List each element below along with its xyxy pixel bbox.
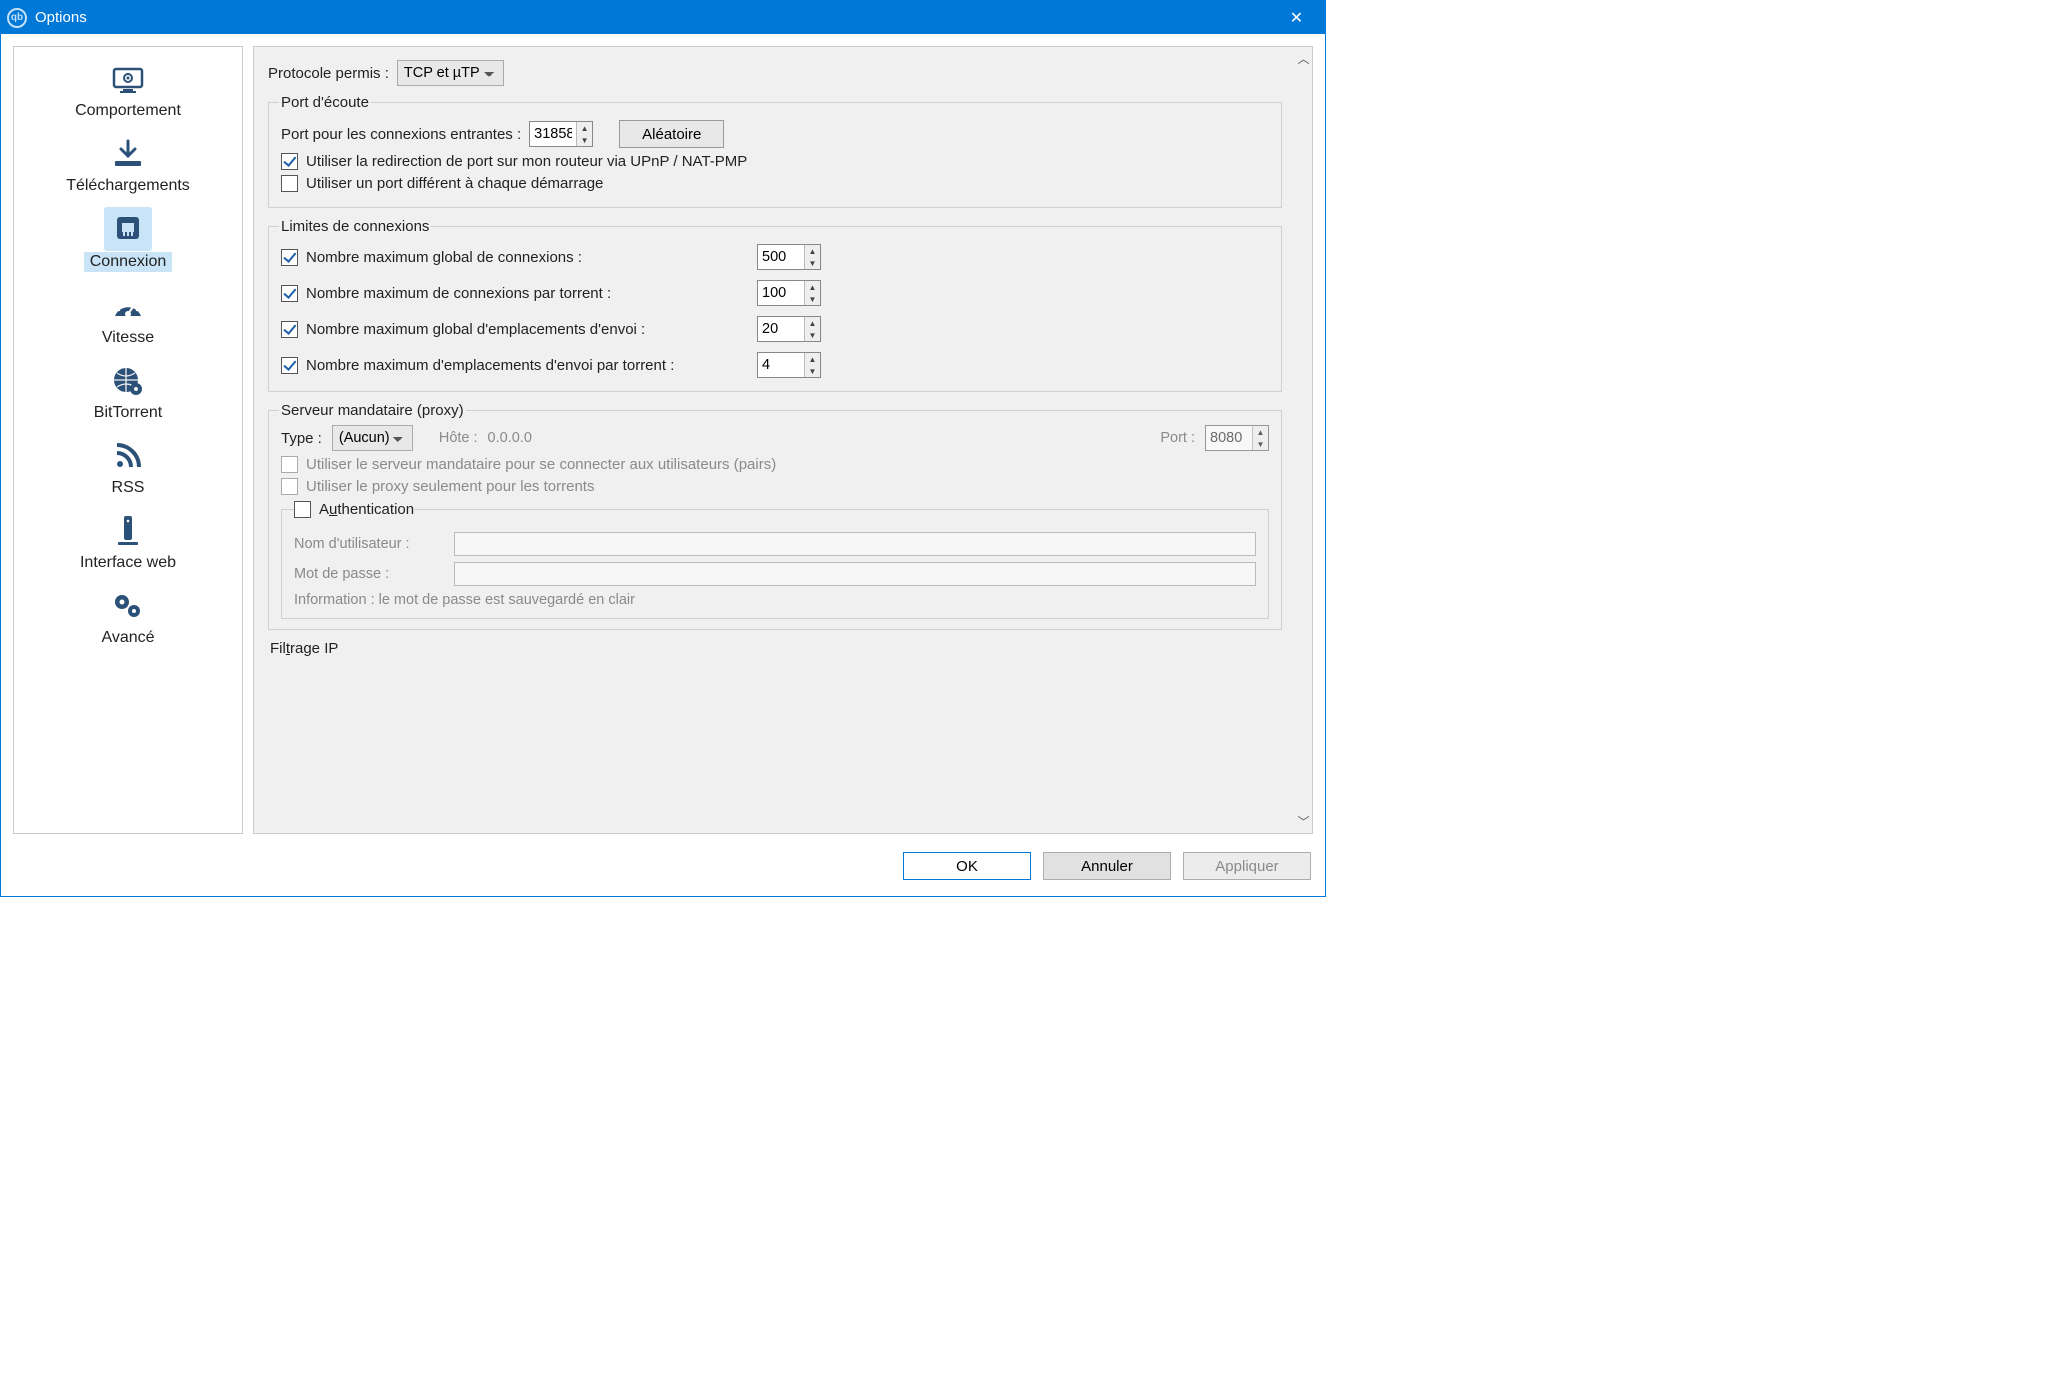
rss-icon	[104, 434, 152, 478]
checkbox-icon	[281, 357, 298, 374]
protocol-select[interactable]: TCP et µTP	[397, 60, 504, 86]
cancel-button[interactable]: Annuler	[1043, 852, 1171, 880]
conn-limits-legend: Limites de connexions	[279, 218, 431, 235]
ip-filter-section-title: Filtrage IP	[270, 640, 1282, 657]
proxy-type-label: Type :	[281, 430, 322, 447]
sidebar-item-label: RSS	[112, 479, 145, 497]
scroll-up-icon[interactable]: ︿	[1297, 50, 1309, 67]
titlebar: qb Options ✕	[1, 1, 1325, 34]
sidebar-item-label: Téléchargements	[66, 177, 190, 195]
proxy-peer-conn-label: Utiliser le serveur mandataire pour se c…	[306, 456, 776, 473]
incoming-port-input[interactable]	[530, 122, 576, 146]
proxy-pass-input	[454, 562, 1256, 586]
main-panel: Protocole permis : TCP et µTP Port d'éco…	[253, 46, 1313, 834]
proxy-port-spin: ▲▼	[1205, 425, 1269, 451]
different-port-label: Utiliser un port différent à chaque déma…	[306, 175, 603, 192]
sidebar-item-label: Comportement	[75, 102, 181, 120]
checkbox-icon	[281, 478, 298, 495]
spin-up-icon[interactable]: ▲	[577, 122, 592, 134]
app-icon: qb	[7, 8, 27, 28]
sidebar-item-label: BitTorrent	[94, 404, 162, 422]
ok-button[interactable]: OK	[903, 852, 1031, 880]
max-conn-per-torrent-checkbox[interactable]: Nombre maximum de connexions par torrent…	[281, 285, 611, 302]
max-upload-slots-spin[interactable]: ▲▼	[757, 316, 821, 342]
sidebar-item-comportement[interactable]: Comportement	[14, 51, 242, 126]
proxy-type-select[interactable]: (Aucun)	[332, 425, 413, 451]
sidebar-item-label: Interface web	[80, 554, 176, 572]
checkbox-icon	[281, 285, 298, 302]
proxy-torrents-only-checkbox: Utiliser le proxy seulement pour les tor…	[281, 478, 1269, 495]
sidebar-item-connexion[interactable]: Connexion	[14, 201, 242, 278]
proxy-legend: Serveur mandataire (proxy)	[279, 402, 466, 419]
different-port-checkbox[interactable]: Utiliser un port différent à chaque déma…	[281, 175, 1269, 192]
dialog-footer: OK Annuler Appliquer	[1, 846, 1325, 896]
max-global-conn-label: Nombre maximum global de connexions :	[306, 249, 582, 266]
proxy-user-label: Nom d'utilisateur :	[294, 536, 444, 552]
sidebar-item-avance[interactable]: Avancé	[14, 578, 242, 653]
checkbox-icon	[294, 501, 311, 518]
proxy-port-label: Port :	[1160, 430, 1195, 446]
max-global-conn-spin[interactable]: ▲▼	[757, 244, 821, 270]
sidebar-item-label: Connexion	[84, 252, 173, 272]
checkbox-icon	[281, 456, 298, 473]
server-icon	[104, 509, 152, 553]
proxy-auth-group: Authentication Nom d'utilisateur : Mot d…	[281, 501, 1269, 619]
proxy-peer-conn-checkbox: Utiliser le serveur mandataire pour se c…	[281, 456, 1269, 473]
sidebar-item-telechargements[interactable]: Téléchargements	[14, 126, 242, 201]
listen-port-legend: Port d'écoute	[279, 94, 371, 111]
listen-port-group: Port d'écoute Port pour les connexions e…	[268, 94, 1282, 208]
checkbox-icon	[281, 175, 298, 192]
incoming-port-spin[interactable]: ▲▼	[529, 121, 593, 147]
upnp-label: Utiliser la redirection de port sur mon …	[306, 153, 747, 170]
checkbox-icon	[281, 321, 298, 338]
sidebar-item-interface-web[interactable]: Interface web	[14, 503, 242, 578]
scroll-down-icon[interactable]: ﹀	[1297, 813, 1309, 830]
proxy-host-label: Hôte :	[439, 430, 478, 446]
proxy-auth-checkbox[interactable]: Authentication	[294, 501, 414, 518]
checkbox-icon	[281, 153, 298, 170]
options-window: qb Options ✕ Comportement Téléchargement…	[0, 0, 1326, 897]
globe-gear-icon	[104, 359, 152, 403]
spin-down-icon[interactable]: ▼	[577, 134, 592, 146]
speedometer-icon	[104, 284, 152, 328]
apply-button[interactable]: Appliquer	[1183, 852, 1311, 880]
max-upload-slots-per-torrent-checkbox[interactable]: Nombre maximum d'emplacements d'envoi pa…	[281, 357, 674, 374]
proxy-auth-label: Authentication	[319, 501, 414, 518]
sidebar-item-vitesse[interactable]: Vitesse	[14, 278, 242, 353]
close-button[interactable]: ✕	[1274, 1, 1319, 34]
monitor-gear-icon	[104, 57, 152, 101]
protocol-label: Protocole permis :	[268, 65, 389, 82]
sidebar: Comportement Téléchargements Connexion V…	[13, 46, 243, 834]
sidebar-item-label: Avancé	[101, 629, 154, 647]
vertical-scrollbar[interactable]: ︿ ﹀	[1295, 47, 1312, 833]
max-upload-slots-label: Nombre maximum global d'emplacements d'e…	[306, 321, 645, 338]
max-upload-slots-per-torrent-label: Nombre maximum d'emplacements d'envoi pa…	[306, 357, 674, 374]
sidebar-item-rss[interactable]: RSS	[14, 428, 242, 503]
window-title: Options	[35, 9, 87, 26]
proxy-host-value: 0.0.0.0	[488, 430, 1151, 446]
max-conn-per-torrent-spin[interactable]: ▲▼	[757, 280, 821, 306]
proxy-group: Serveur mandataire (proxy) Type : (Aucun…	[268, 402, 1282, 630]
gears-icon	[104, 584, 152, 628]
max-upload-slots-checkbox[interactable]: Nombre maximum global d'emplacements d'e…	[281, 321, 645, 338]
download-icon	[104, 132, 152, 176]
sidebar-item-label: Vitesse	[102, 329, 154, 347]
proxy-torrents-only-label: Utiliser le proxy seulement pour les tor…	[306, 478, 594, 495]
proxy-pass-label: Mot de passe :	[294, 566, 444, 582]
proxy-user-input	[454, 532, 1256, 556]
sidebar-item-bittorrent[interactable]: BitTorrent	[14, 353, 242, 428]
incoming-port-label: Port pour les connexions entrantes :	[281, 126, 521, 143]
conn-limits-group: Limites de connexions Nombre maximum glo…	[268, 218, 1282, 392]
checkbox-icon	[281, 249, 298, 266]
upnp-checkbox[interactable]: Utiliser la redirection de port sur mon …	[281, 153, 1269, 170]
proxy-auth-info: Information : le mot de passe est sauveg…	[294, 592, 1256, 608]
max-global-conn-checkbox[interactable]: Nombre maximum global de connexions :	[281, 249, 582, 266]
network-plug-icon	[104, 207, 152, 251]
max-conn-per-torrent-label: Nombre maximum de connexions par torrent…	[306, 285, 611, 302]
max-upload-slots-per-torrent-spin[interactable]: ▲▼	[757, 352, 821, 378]
random-port-button[interactable]: Aléatoire	[619, 120, 724, 148]
